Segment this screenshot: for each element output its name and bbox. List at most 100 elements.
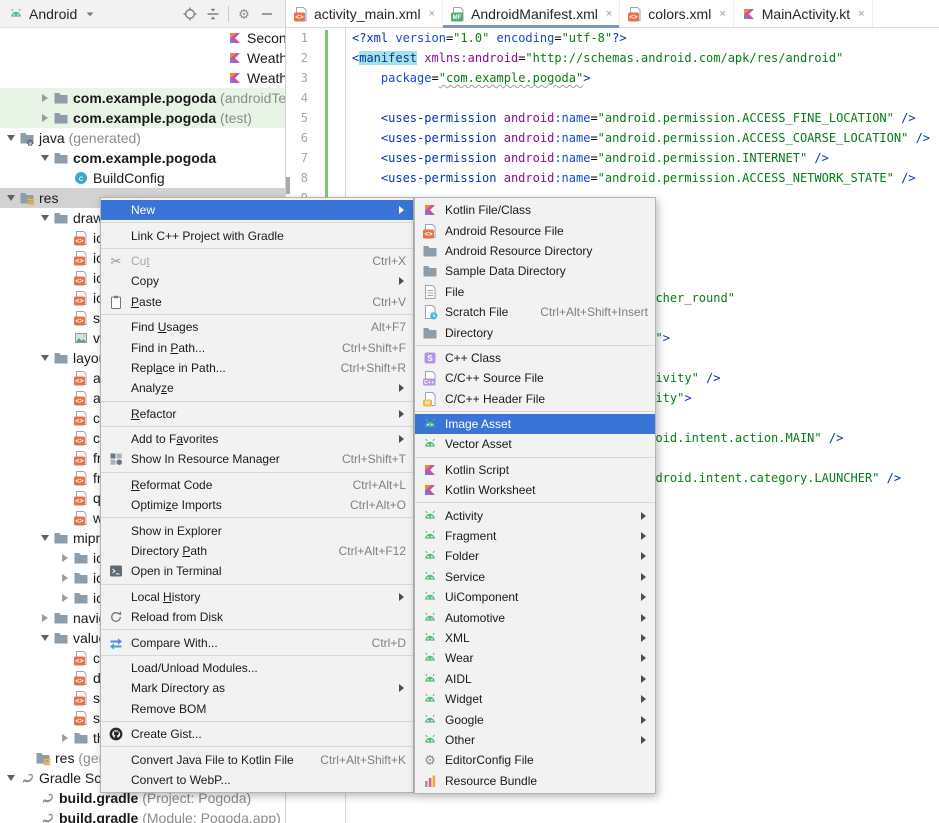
menu-item-new[interactable]: New [101, 200, 413, 220]
menu-item-convert-to-webp[interactable]: Convert to WebP... [101, 770, 413, 790]
submenu-item-image-asset[interactable]: Image Asset [415, 414, 655, 434]
submenu-item-activity[interactable]: Activity [415, 505, 655, 525]
submenu-item-kotlin-script[interactable]: Kotlin Script [415, 460, 655, 480]
expanded-arrow-icon[interactable] [4, 195, 17, 201]
submenu-item-file[interactable]: File [415, 282, 655, 302]
submenu-item-automotive[interactable]: Automotive [415, 607, 655, 627]
expanded-arrow-icon[interactable] [38, 215, 51, 221]
tree-row-label: Weather [247, 50, 285, 66]
menu-item-show-in-resource-manager[interactable]: Show In Resource ManagerCtrl+Shift+T [101, 449, 413, 469]
close-icon[interactable]: × [858, 8, 864, 20]
menu-item-convert-java-file-to-kotlin-file[interactable]: Convert Java File to Kotlin FileCtrl+Alt… [101, 749, 413, 769]
target-icon[interactable] [182, 6, 198, 22]
close-icon[interactable]: × [719, 8, 725, 20]
collapsed-arrow-icon[interactable] [38, 94, 51, 102]
gear-icon[interactable]: ⚙ [236, 6, 252, 22]
submenu-item-google[interactable]: Google [415, 709, 655, 729]
menu-item-refactor[interactable]: Refactor [101, 404, 413, 424]
tree-row-build-gradle[interactable]: build.gradle (Module: Pogoda.app) [0, 808, 285, 823]
submenu-item-other[interactable]: Other [415, 730, 655, 750]
menu-item-local-history[interactable]: Local History [101, 587, 413, 607]
tree-row-com-example-pogoda[interactable]: com.example.pogoda [0, 148, 285, 168]
submenu-item-resource-bundle[interactable]: Resource Bundle [415, 771, 655, 791]
submenu-item-fragment[interactable]: Fragment [415, 526, 655, 546]
submenu-item-c-c-source-file[interactable]: C++C/C++ Source File [415, 368, 655, 388]
collapsed-arrow-icon[interactable] [58, 734, 71, 742]
submenu-item-aidl[interactable]: AIDL [415, 669, 655, 689]
menu-item-reload-from-disk[interactable]: Reload from Disk [101, 607, 413, 627]
menu-item-find-usages[interactable]: Find UsagesAlt+F7 [101, 317, 413, 337]
menu-item-show-in-explorer[interactable]: Show in Explorer [101, 520, 413, 540]
menu-item-find-in-path[interactable]: Find in Path...Ctrl+Shift+F [101, 337, 413, 357]
submenu-item-wear[interactable]: Wear [415, 648, 655, 668]
submenu-item-directory[interactable]: Directory [415, 322, 655, 342]
collapsed-arrow-icon[interactable] [58, 594, 71, 602]
menu-item-add-to-favorites[interactable]: Add to Favorites [101, 429, 413, 449]
submenu-item-kotlin-worksheet[interactable]: Kotlin Worksheet [415, 480, 655, 500]
menu-item-load-unload-modules[interactable]: Load/Unload Modules... [101, 658, 413, 678]
tab-activity-main-xml[interactable]: <>activity_main.xml× [286, 0, 443, 27]
menu-item-create-gist[interactable]: Create Gist... [101, 724, 413, 744]
submenu-item-c-class[interactable]: SC++ Class [415, 348, 655, 368]
menu-item-paste[interactable]: PasteCtrl+V [101, 292, 413, 312]
tree-row-suffix: (generated) [65, 130, 141, 146]
expanded-arrow-icon[interactable] [38, 355, 51, 361]
submenu-item-android-resource-directory[interactable]: Android Resource Directory [415, 241, 655, 261]
tree-row-java[interactable]: ⚙java (generated) [0, 128, 285, 148]
submenu-item-editorconfig-file[interactable]: ⚙EditorConfig File [415, 750, 655, 770]
expanded-arrow-icon[interactable] [4, 775, 17, 781]
menu-item-label: New [131, 203, 155, 217]
menu-item-reformat-code[interactable]: Reformat CodeCtrl+Alt+L [101, 475, 413, 495]
menu-item-analyze[interactable]: Analyze [101, 378, 413, 398]
hide-icon[interactable] [259, 6, 275, 22]
tree-row-com-example-pogoda[interactable]: com.example.pogoda (test) [0, 108, 285, 128]
submenu-item-sample-data-directory[interactable]: Sample Data Directory [415, 261, 655, 281]
menu-separator [101, 248, 413, 249]
tree-row-weatheradapter[interactable]: WeatherAdapter [0, 68, 285, 88]
menu-item-cut[interactable]: ✂CutCtrl+X [101, 251, 413, 271]
menu-item-directory-path[interactable]: Directory PathCtrl+Alt+F12 [101, 541, 413, 561]
menu-separator [101, 655, 413, 656]
line-number: 7 [286, 148, 308, 168]
submenu-item-c-c-header-file[interactable]: HC/C++ Header File [415, 389, 655, 409]
tree-row-secondfragment[interactable]: SecondFragment [0, 28, 285, 48]
collapsed-arrow-icon[interactable] [38, 614, 51, 622]
submenu-item-folder[interactable]: Folder [415, 546, 655, 566]
menu-item-link-c-project-with-gradle[interactable]: Link C++ Project with Gradle [101, 225, 413, 245]
collapse-icon[interactable] [205, 6, 221, 22]
submenu-item-widget[interactable]: Widget [415, 689, 655, 709]
close-icon[interactable]: × [606, 8, 612, 20]
collapsed-arrow-icon[interactable] [58, 554, 71, 562]
submenu-item-android-resource-file[interactable]: <>Android Resource File [415, 220, 655, 240]
menu-item-mark-directory-as[interactable]: Mark Directory as [101, 678, 413, 698]
submenu-arrow-icon [399, 410, 404, 418]
expanded-arrow-icon[interactable] [38, 635, 51, 641]
menu-item-compare-with[interactable]: Compare With...Ctrl+D [101, 632, 413, 652]
submenu-item-service[interactable]: Service [415, 567, 655, 587]
project-view-selector[interactable]: Android [0, 6, 98, 22]
expanded-arrow-icon[interactable] [38, 155, 51, 161]
tab-colors-xml[interactable]: <>colors.xml× [620, 0, 733, 27]
tree-row-buildconfig[interactable]: cBuildConfig [0, 168, 285, 188]
menu-item-replace-in-path[interactable]: Replace in Path...Ctrl+Shift+R [101, 358, 413, 378]
tab-androidmanifest-xml[interactable]: MFAndroidManifest.xml× [443, 0, 620, 27]
submenu-item-scratch-file[interactable]: Scratch FileCtrl+Alt+Shift+Insert [415, 302, 655, 322]
expanded-arrow-icon[interactable] [38, 535, 51, 541]
tab-mainactivity-kt[interactable]: MainActivity.kt× [734, 0, 873, 27]
tab-label: colors.xml [648, 6, 711, 22]
submenu-item-xml[interactable]: XML [415, 628, 655, 648]
submenu-item-kotlin-file-class[interactable]: Kotlin File/Class [415, 200, 655, 220]
collapsed-arrow-icon[interactable] [38, 114, 51, 122]
menu-item-optimize-imports[interactable]: Optimize ImportsCtrl+Alt+O [101, 495, 413, 515]
close-icon[interactable]: × [429, 8, 435, 20]
submenu-item-vector-asset[interactable]: Vector Asset [415, 434, 655, 454]
menu-item-open-in-terminal[interactable]: Open in Terminal [101, 561, 413, 581]
tree-row-weather[interactable]: Weather [0, 48, 285, 68]
expanded-arrow-icon[interactable] [4, 135, 17, 141]
menu-item-remove-bom[interactable]: Remove BOM [101, 699, 413, 719]
menu-item-copy[interactable]: Copy [101, 271, 413, 291]
tree-scrollbar-thumb[interactable] [286, 177, 290, 194]
collapsed-arrow-icon[interactable] [58, 574, 71, 582]
tree-row-com-example-pogoda[interactable]: com.example.pogoda (androidTest) [0, 88, 285, 108]
submenu-item-uicomponent[interactable]: UiComponent [415, 587, 655, 607]
